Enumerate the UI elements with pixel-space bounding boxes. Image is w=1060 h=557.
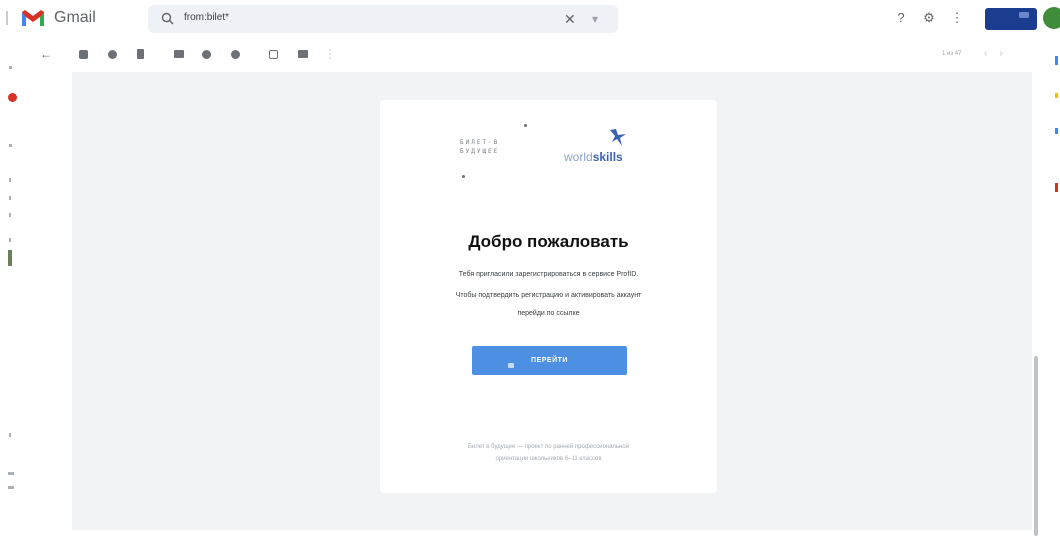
arrow-left-icon[interactable]: ← <box>40 48 52 60</box>
bilet-logo-line: БИЛЕТ·В <box>460 139 500 146</box>
rail-notification-icon[interactable] <box>8 93 17 102</box>
rail-item[interactable] <box>8 472 14 475</box>
trash-icon[interactable] <box>137 49 144 59</box>
worldskills-figure-icon <box>610 129 626 146</box>
gmail-m-icon <box>20 8 46 28</box>
rail-item[interactable] <box>8 250 12 266</box>
email-body-line: перейди по ссылке <box>517 310 580 317</box>
sparkle-icon <box>462 175 465 178</box>
rail-item[interactable] <box>9 144 12 147</box>
scrollbar[interactable] <box>1034 356 1038 536</box>
contacts-app-icon[interactable] <box>1055 183 1058 192</box>
top-bar: Gmail from:bilet* ✕ ▾ ? ⚙ ⋮ <box>0 0 1060 38</box>
email-body-line: Тебя пригласили зарегистрироваться в сер… <box>458 271 639 278</box>
rail-item[interactable] <box>9 178 11 182</box>
account-banner[interactable] <box>985 8 1037 30</box>
bilet-logo-line: БУДУЩЕЕ <box>460 148 500 155</box>
link-icon <box>508 363 514 368</box>
worldskills-wordmark: worldskills <box>564 150 623 164</box>
message-toolbar: ← ⋮ 1 из 47 ‹› <box>22 38 1036 72</box>
search-options-icon[interactable]: ▾ <box>592 11 598 27</box>
worldskills-prefix: world <box>564 150 593 164</box>
email-footer-line: Билет в будущее — проект по ранней профе… <box>467 444 630 450</box>
email-card: БИЛЕТ·В БУДУЩЕЕ worldskills Добро пожало… <box>380 100 717 493</box>
main-menu-icon[interactable] <box>6 11 8 25</box>
pager-count: 1 из 47 <box>942 51 962 57</box>
avatar[interactable] <box>1043 7 1060 29</box>
message-content: БИЛЕТ·В БУДУЩЕЕ worldskills Добро пожало… <box>72 72 1032 530</box>
worldskills-logo: worldskills <box>564 128 634 172</box>
envelope-icon[interactable] <box>174 50 184 58</box>
rail-item[interactable] <box>9 433 11 437</box>
sparkle-icon <box>524 124 527 127</box>
rail-item[interactable] <box>8 486 14 489</box>
proceed-button-label: ПЕРЕЙТИ <box>531 357 568 364</box>
archive-icon[interactable] <box>79 50 88 59</box>
label-icon[interactable] <box>298 50 308 58</box>
help-icon[interactable]: ? <box>893 10 909 26</box>
pager-arrows[interactable]: ‹› <box>984 48 1015 59</box>
gmail-logo[interactable]: Gmail <box>20 8 96 28</box>
more-vert-icon[interactable]: ⋮ <box>324 48 336 60</box>
bilet-v-budushchee-logo: БИЛЕТ·В БУДУЩЕЕ <box>460 138 532 178</box>
search-input[interactable]: from:bilet* <box>184 12 229 23</box>
report-spam-icon[interactable] <box>108 50 117 59</box>
rail-item[interactable] <box>9 196 11 200</box>
calendar-app-icon[interactable] <box>1055 56 1058 65</box>
header-actions: ? ⚙ ⋮ <box>893 10 965 26</box>
email-title: Добро пожаловать <box>468 232 629 251</box>
app-name: Gmail <box>54 9 96 26</box>
rail-item[interactable] <box>9 66 12 69</box>
rail-item[interactable] <box>9 238 11 242</box>
folder-move-icon[interactable] <box>269 50 278 59</box>
gear-icon[interactable]: ⚙ <box>921 10 937 26</box>
apps-grid-icon[interactable]: ⋮ <box>949 10 965 26</box>
task-icon[interactable] <box>231 50 240 59</box>
proceed-button[interactable]: ПЕРЕЙТИ <box>472 346 627 375</box>
keep-app-icon[interactable] <box>1055 93 1058 98</box>
email-footer-line: ориентации школьников 6–11 классов <box>495 456 602 462</box>
email-body-line: Чтобы подтвердить регистрацию и активиро… <box>455 292 642 299</box>
clock-icon[interactable] <box>202 50 211 59</box>
search-icon[interactable] <box>160 11 176 27</box>
left-rail <box>0 38 22 557</box>
side-panel <box>1036 38 1060 557</box>
tasks-app-icon[interactable] <box>1055 128 1058 134</box>
gmail-window: Gmail from:bilet* ✕ ▾ ? ⚙ ⋮ ← ⋮ 1 из 47 … <box>0 0 1060 557</box>
worldskills-suffix: skills <box>592 150 623 164</box>
search-bar[interactable]: from:bilet* ✕ ▾ <box>148 5 618 33</box>
clear-search-icon[interactable]: ✕ <box>564 11 576 27</box>
rail-item[interactable] <box>9 213 11 217</box>
